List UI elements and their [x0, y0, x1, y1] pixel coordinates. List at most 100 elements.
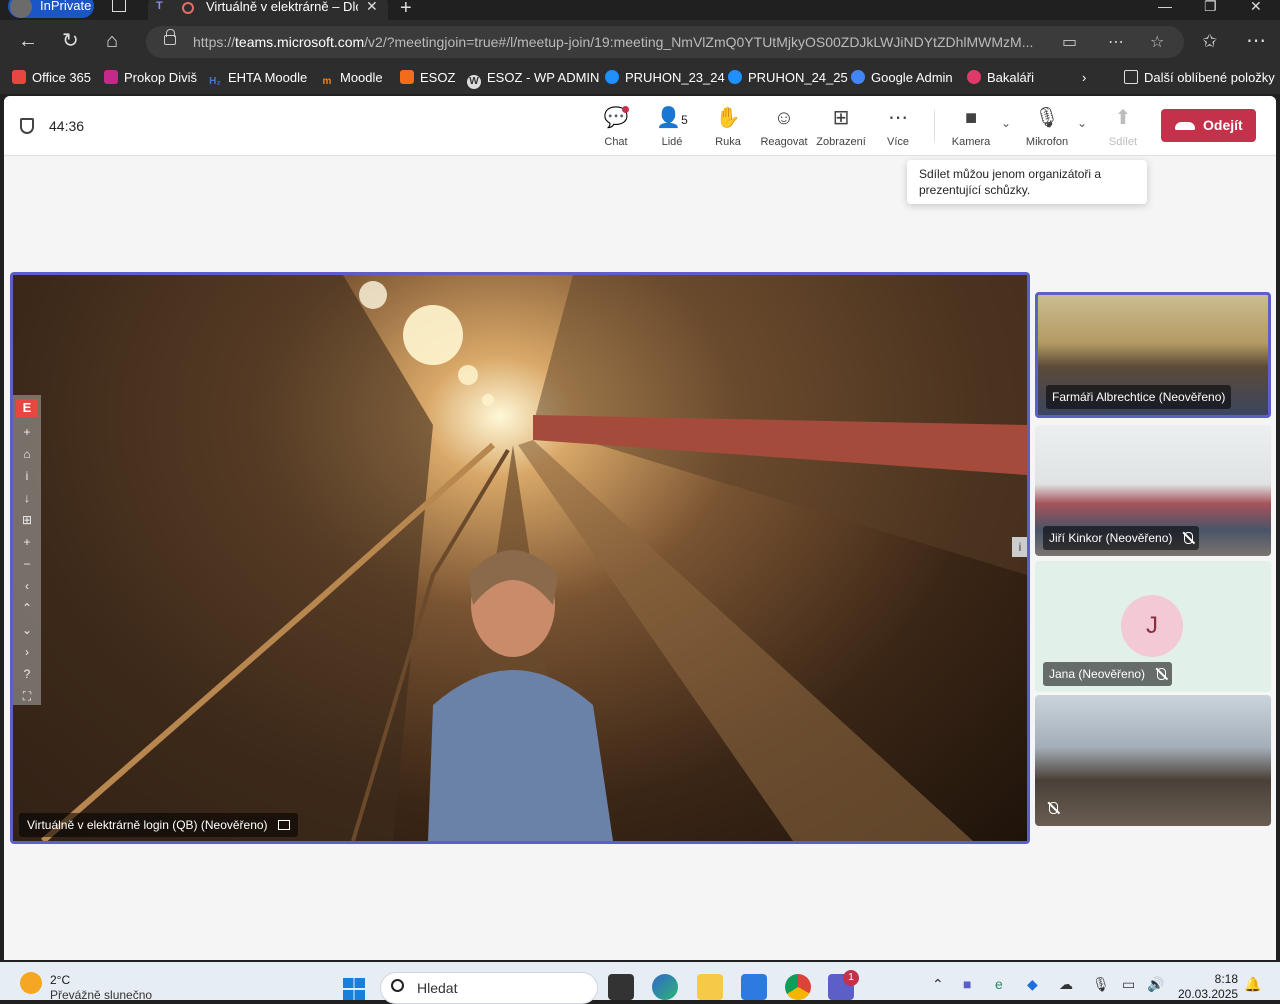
arrow-left-icon[interactable]: ‹ — [13, 579, 41, 601]
chat-button[interactable]: 💬 Chat — [588, 106, 644, 148]
chat-unread-dot — [622, 106, 629, 113]
favorite-esoz-wp-admin[interactable]: W ESOZ - WP ADMIN — [467, 70, 599, 89]
tray-security-icon[interactable]: ◆ — [1027, 976, 1038, 993]
raise-hand-button[interactable]: ✋ Ruka — [700, 106, 756, 148]
grid-view-icon: ⊞ — [832, 107, 850, 129]
info-icon[interactable]: i — [13, 469, 41, 491]
favorite-ehta-moodle[interactable]: H₂ EHTA Moodle — [208, 70, 307, 89]
pop-out-icon[interactable] — [277, 820, 290, 830]
arrow-down-icon[interactable]: ⌄ — [13, 623, 41, 645]
favorite-prokop-divis[interactable]: Prokop Diviš — [104, 70, 197, 85]
tray-onedrive-icon[interactable]: ☁ — [1059, 976, 1073, 993]
video-feed-tunnel: E + ⌂ i ↓ ⊞ + − ‹ ⌃ ⌄ › ? ⛶ i — [13, 275, 1027, 841]
grid-icon[interactable]: ⊞ — [13, 513, 41, 535]
restore-button[interactable]: ❐ — [1204, 0, 1217, 15]
tab-title: Virtuálně v elektrárně – Dlouh — [206, 0, 358, 14]
browser-tab-active[interactable]: T Virtuálně v elektrárně – Dlouh ✕ — [148, 0, 388, 20]
volume-icon[interactable]: 🔊 — [1147, 976, 1164, 993]
home-button[interactable]: ⌂ — [106, 30, 118, 52]
app-logo-icon: E — [16, 399, 38, 417]
participant-tile-jana[interactable]: J Jana (Neověřeno) — [1035, 561, 1271, 692]
people-button[interactable]: 👤5 Lidé — [644, 106, 700, 148]
back-button[interactable]: ← — [18, 30, 38, 52]
browser-title-bar: InPrivate T Virtuálně v elektrárně – Dlo… — [0, 0, 1280, 20]
file-explorer-icon[interactable] — [697, 974, 723, 1000]
zoom-in-icon[interactable]: + — [13, 425, 41, 447]
tab-actions-icon[interactable] — [112, 0, 126, 12]
tray-mic-icon[interactable]: 🎙 — [1092, 976, 1110, 993]
mic-muted-icon — [1157, 668, 1167, 680]
weather-temperature[interactable]: 2°C — [50, 973, 70, 987]
favorite-esoz[interactable]: ESOZ — [400, 70, 455, 85]
close-window-button[interactable]: ✕ — [1250, 0, 1262, 15]
tunnel-illustration — [13, 275, 1027, 841]
favorite-office365[interactable]: Office 365 — [12, 70, 91, 85]
main-video-stage[interactable]: E + ⌂ i ↓ ⊞ + − ‹ ⌃ ⌄ › ? ⛶ i Virtuálně … — [10, 272, 1030, 844]
browser-nav-bar: ← ↻ ⌂ https://teams.microsoft.com/v2/?me… — [0, 20, 1280, 64]
lock-icon[interactable] — [164, 29, 176, 45]
windows-start-icon[interactable] — [343, 978, 365, 1000]
camera-permission-icon[interactable]: ▭ — [1062, 32, 1077, 52]
favorites-bar: Office 365 Prokop Diviš H₂ EHTA Moodle mM… — [0, 64, 1280, 94]
minimize-button[interactable]: — — [1158, 0, 1172, 14]
task-view-icon[interactable] — [608, 974, 634, 1000]
share-button[interactable]: ⬆ Sdílet — [1095, 106, 1151, 148]
tray-teams-icon[interactable]: ■ — [963, 976, 971, 992]
address-bar[interactable]: https://teams.microsoft.com/v2/?meetingj… — [146, 26, 1184, 58]
more-button[interactable]: ⋯ Více — [870, 106, 926, 148]
notifications-icon[interactable]: 🔔 — [1244, 976, 1261, 993]
leave-button[interactable]: Odejít — [1161, 109, 1256, 142]
plus-icon[interactable]: + — [13, 535, 41, 557]
microphone-button[interactable]: 🎙 Mikrofon — [1019, 106, 1075, 148]
favorite-pruhon-24-25[interactable]: PRUHON_24_25 — [728, 70, 848, 85]
tray-overflow-chevron-icon[interactable]: ⌃ — [932, 976, 944, 993]
store-icon[interactable] — [741, 974, 767, 1000]
taskbar-clock[interactable]: 8:18 20.03.2025 — [1178, 972, 1238, 1002]
fullscreen-icon[interactable]: ⛶ — [13, 689, 41, 711]
minus-icon[interactable]: − — [13, 557, 41, 579]
arrow-right-icon[interactable]: › — [13, 645, 41, 667]
url-text[interactable]: https://teams.microsoft.com/v2/?meetingj… — [193, 34, 1043, 50]
favorite-bakalari[interactable]: Bakaláři — [967, 70, 1034, 85]
camera-options-chevron-icon[interactable]: ⌄ — [1001, 116, 1011, 130]
mic-options-chevron-icon[interactable]: ⌄ — [1077, 116, 1087, 130]
onedrive-icon — [605, 70, 619, 84]
new-tab-button[interactable]: + — [400, 0, 412, 20]
help-icon[interactable]: ? — [13, 667, 41, 689]
more-tools-icon[interactable]: ⋯ — [1108, 32, 1124, 52]
camera-button[interactable]: ■ Kamera — [943, 106, 999, 148]
search-icon — [391, 979, 404, 992]
onedrive-icon — [728, 70, 742, 84]
home-icon[interactable]: ⌂ — [13, 447, 41, 469]
favorite-google-admin[interactable]: Google Admin — [851, 70, 953, 85]
avatar: J — [1121, 595, 1183, 657]
office-icon — [12, 70, 26, 84]
chrome-icon[interactable] — [785, 974, 811, 1000]
tab-close-icon[interactable]: ✕ — [366, 0, 378, 15]
tray-edge-icon[interactable]: e — [995, 976, 1003, 992]
favorites-icon[interactable]: ✩ — [1202, 30, 1217, 52]
favorites-overflow-chevron-icon[interactable]: › — [1082, 70, 1086, 85]
network-icon[interactable]: ▭ — [1122, 976, 1135, 993]
mic-muted-icon — [1049, 802, 1058, 814]
participant-tile-farmari[interactable]: Farmáři Albrechtice (Neověřeno) — [1035, 292, 1271, 418]
download-icon[interactable]: ↓ — [13, 491, 41, 513]
participant-tile-classroom[interactable] — [1035, 695, 1271, 826]
info-panel-icon[interactable]: i — [1012, 537, 1027, 557]
favorite-pruhon-23-24[interactable]: PRUHON_23_24 — [605, 70, 725, 85]
weather-sun-icon[interactable] — [20, 972, 42, 994]
settings-menu-icon[interactable]: ⋯ — [1246, 30, 1266, 52]
react-button[interactable]: ☺ Reagovat — [756, 106, 812, 148]
other-favorites-folder[interactable]: Další oblíbené položky — [1124, 70, 1275, 85]
arrow-up-icon[interactable]: ⌃ — [13, 601, 41, 623]
favorite-star-icon[interactable]: ☆ — [1150, 32, 1164, 52]
edge-icon[interactable] — [652, 974, 678, 1000]
refresh-button[interactable]: ↻ — [62, 30, 79, 52]
main-video-label: Virtuálně v elektrárně login (QB) (Neově… — [19, 813, 298, 837]
inprivate-badge[interactable]: InPrivate — [8, 0, 94, 18]
participant-tile-kinkor[interactable]: Jiří Kinkor (Neověřeno) — [1035, 425, 1271, 556]
view-button[interactable]: ⊞ Zobrazení — [813, 106, 869, 148]
taskbar-search[interactable]: Hledat — [380, 972, 598, 1004]
shield-icon[interactable] — [20, 118, 34, 134]
favorite-moodle[interactable]: m Moodle — [320, 70, 383, 89]
